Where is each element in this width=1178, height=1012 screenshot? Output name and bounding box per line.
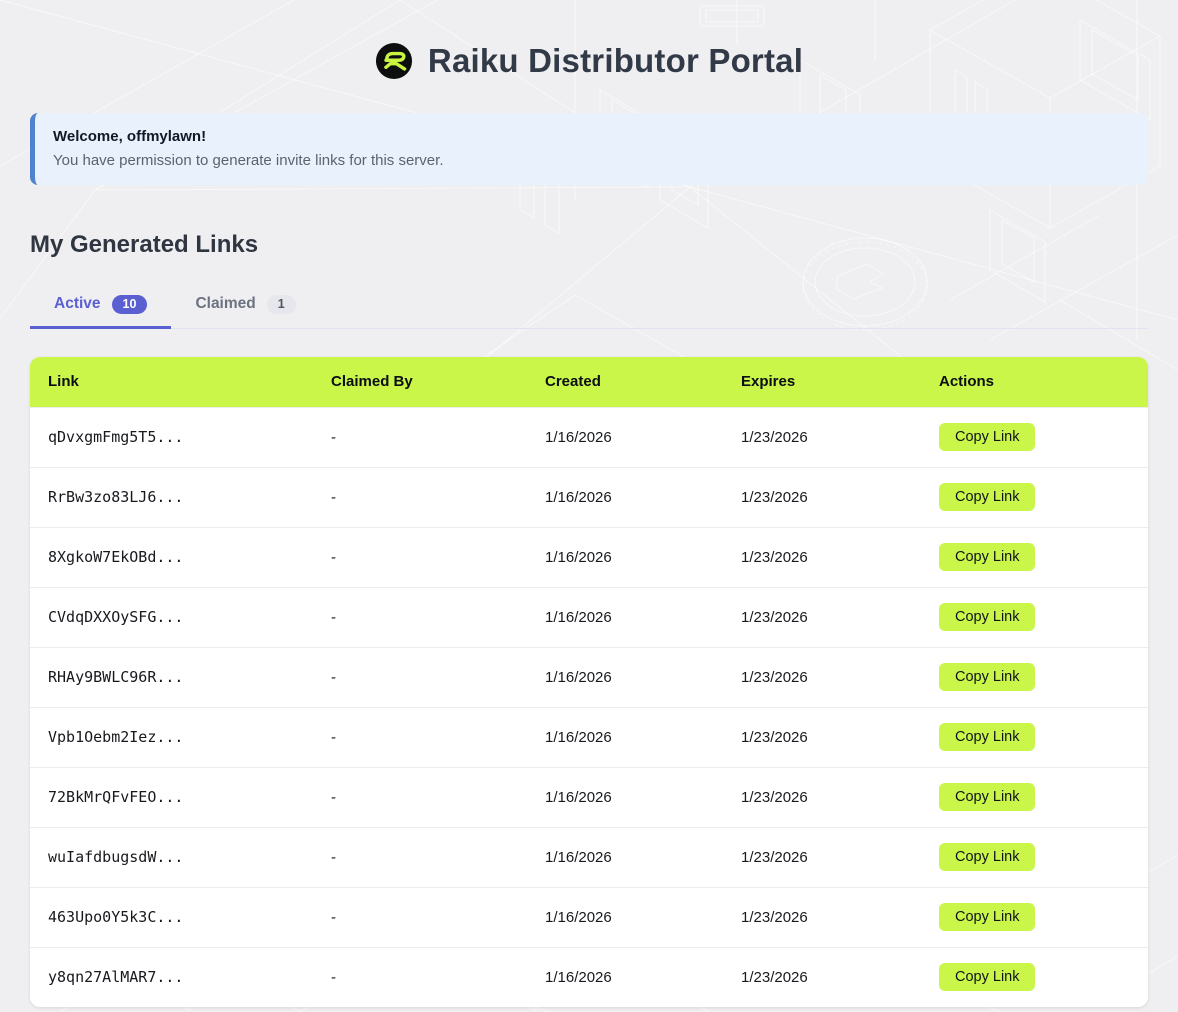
- column-header-link: Link: [30, 373, 313, 390]
- expires-date: 1/23/2026: [723, 609, 921, 626]
- created-date: 1/16/2026: [527, 489, 723, 506]
- link-code: Vpb1Oebm2Iez...: [30, 728, 313, 746]
- created-date: 1/16/2026: [527, 429, 723, 446]
- table-row: RrBw3zo83LJ6... - 1/16/2026 1/23/2026 Co…: [30, 467, 1148, 527]
- link-code: wuIafdbugsdW...: [30, 848, 313, 866]
- table-row: qDvxgmFmg5T5... - 1/16/2026 1/23/2026 Co…: [30, 407, 1148, 467]
- expires-date: 1/23/2026: [723, 909, 921, 926]
- link-code: RHAy9BWLC96R...: [30, 668, 313, 686]
- created-date: 1/16/2026: [527, 729, 723, 746]
- tab-active-count-badge: 10: [112, 295, 148, 314]
- link-code: CVdqDXXOySFG...: [30, 608, 313, 626]
- table-row: y8qn27AlMAR7... - 1/16/2026 1/23/2026 Co…: [30, 947, 1148, 1007]
- link-code: y8qn27AlMAR7...: [30, 968, 313, 986]
- claimed-by-value: -: [313, 429, 527, 446]
- tab-active[interactable]: Active 10: [30, 287, 171, 329]
- copy-link-button[interactable]: Copy Link: [939, 783, 1035, 811]
- actions-cell: Copy Link: [921, 423, 1148, 451]
- claimed-by-value: -: [313, 489, 527, 506]
- table-body: qDvxgmFmg5T5... - 1/16/2026 1/23/2026 Co…: [30, 407, 1148, 1007]
- copy-link-button[interactable]: Copy Link: [939, 483, 1035, 511]
- actions-cell: Copy Link: [921, 963, 1148, 991]
- link-code: qDvxgmFmg5T5...: [30, 428, 313, 446]
- expires-date: 1/23/2026: [723, 849, 921, 866]
- tab-claimed-label: Claimed: [195, 295, 255, 313]
- table-row: RHAy9BWLC96R... - 1/16/2026 1/23/2026 Co…: [30, 647, 1148, 707]
- created-date: 1/16/2026: [527, 549, 723, 566]
- page-root: Raiku Distributor Portal Welcome, offmyl…: [30, 0, 1148, 1007]
- table-row: 463Upo0Y5k3C... - 1/16/2026 1/23/2026 Co…: [30, 887, 1148, 947]
- header: Raiku Distributor Portal: [30, 36, 1148, 86]
- links-table: Link Claimed By Created Expires Actions …: [30, 357, 1148, 1007]
- claimed-by-value: -: [313, 789, 527, 806]
- copy-link-button[interactable]: Copy Link: [939, 903, 1035, 931]
- claimed-by-value: -: [313, 909, 527, 926]
- page-title: Raiku Distributor Portal: [428, 42, 803, 80]
- table-row: wuIafdbugsdW... - 1/16/2026 1/23/2026 Co…: [30, 827, 1148, 887]
- claimed-by-value: -: [313, 849, 527, 866]
- actions-cell: Copy Link: [921, 603, 1148, 631]
- raiku-logo-icon: [375, 42, 413, 80]
- actions-cell: Copy Link: [921, 483, 1148, 511]
- link-code: RrBw3zo83LJ6...: [30, 488, 313, 506]
- actions-cell: Copy Link: [921, 663, 1148, 691]
- created-date: 1/16/2026: [527, 669, 723, 686]
- welcome-subtitle: You have permission to generate invite l…: [53, 152, 1128, 169]
- section-heading: My Generated Links: [30, 231, 1148, 259]
- expires-date: 1/23/2026: [723, 969, 921, 986]
- copy-link-button[interactable]: Copy Link: [939, 723, 1035, 751]
- expires-date: 1/23/2026: [723, 729, 921, 746]
- copy-link-button[interactable]: Copy Link: [939, 423, 1035, 451]
- column-header-expires: Expires: [723, 373, 921, 390]
- created-date: 1/16/2026: [527, 789, 723, 806]
- actions-cell: Copy Link: [921, 543, 1148, 571]
- expires-date: 1/23/2026: [723, 549, 921, 566]
- expires-date: 1/23/2026: [723, 489, 921, 506]
- claimed-by-value: -: [313, 729, 527, 746]
- tab-claimed-count-badge: 1: [267, 295, 296, 314]
- created-date: 1/16/2026: [527, 909, 723, 926]
- claimed-by-value: -: [313, 969, 527, 986]
- expires-date: 1/23/2026: [723, 669, 921, 686]
- table-row: 8XgkoW7EkOBd... - 1/16/2026 1/23/2026 Co…: [30, 527, 1148, 587]
- copy-link-button[interactable]: Copy Link: [939, 963, 1035, 991]
- actions-cell: Copy Link: [921, 723, 1148, 751]
- column-header-claimed-by: Claimed By: [313, 373, 527, 390]
- claimed-by-value: -: [313, 669, 527, 686]
- table-row: Vpb1Oebm2Iez... - 1/16/2026 1/23/2026 Co…: [30, 707, 1148, 767]
- link-code: 8XgkoW7EkOBd...: [30, 548, 313, 566]
- welcome-banner: Welcome, offmylawn! You have permission …: [30, 113, 1148, 185]
- copy-link-button[interactable]: Copy Link: [939, 843, 1035, 871]
- expires-date: 1/23/2026: [723, 789, 921, 806]
- created-date: 1/16/2026: [527, 969, 723, 986]
- link-code: 72BkMrQFvFEO...: [30, 788, 313, 806]
- link-code: 463Upo0Y5k3C...: [30, 908, 313, 926]
- actions-cell: Copy Link: [921, 843, 1148, 871]
- table-row: 72BkMrQFvFEO... - 1/16/2026 1/23/2026 Co…: [30, 767, 1148, 827]
- copy-link-button[interactable]: Copy Link: [939, 543, 1035, 571]
- column-header-actions: Actions: [921, 373, 1148, 390]
- claimed-by-value: -: [313, 609, 527, 626]
- created-date: 1/16/2026: [527, 849, 723, 866]
- tab-active-label: Active: [54, 295, 101, 313]
- actions-cell: Copy Link: [921, 903, 1148, 931]
- column-header-created: Created: [527, 373, 723, 390]
- expires-date: 1/23/2026: [723, 429, 921, 446]
- table-row: CVdqDXXOySFG... - 1/16/2026 1/23/2026 Co…: [30, 587, 1148, 647]
- created-date: 1/16/2026: [527, 609, 723, 626]
- actions-cell: Copy Link: [921, 783, 1148, 811]
- tab-claimed[interactable]: Claimed 1: [171, 287, 319, 329]
- claimed-by-value: -: [313, 549, 527, 566]
- copy-link-button[interactable]: Copy Link: [939, 603, 1035, 631]
- copy-link-button[interactable]: Copy Link: [939, 663, 1035, 691]
- tab-bar: Active 10 Claimed 1: [30, 287, 1148, 329]
- welcome-title: Welcome, offmylawn!: [53, 128, 1128, 145]
- table-header-row: Link Claimed By Created Expires Actions: [30, 357, 1148, 407]
